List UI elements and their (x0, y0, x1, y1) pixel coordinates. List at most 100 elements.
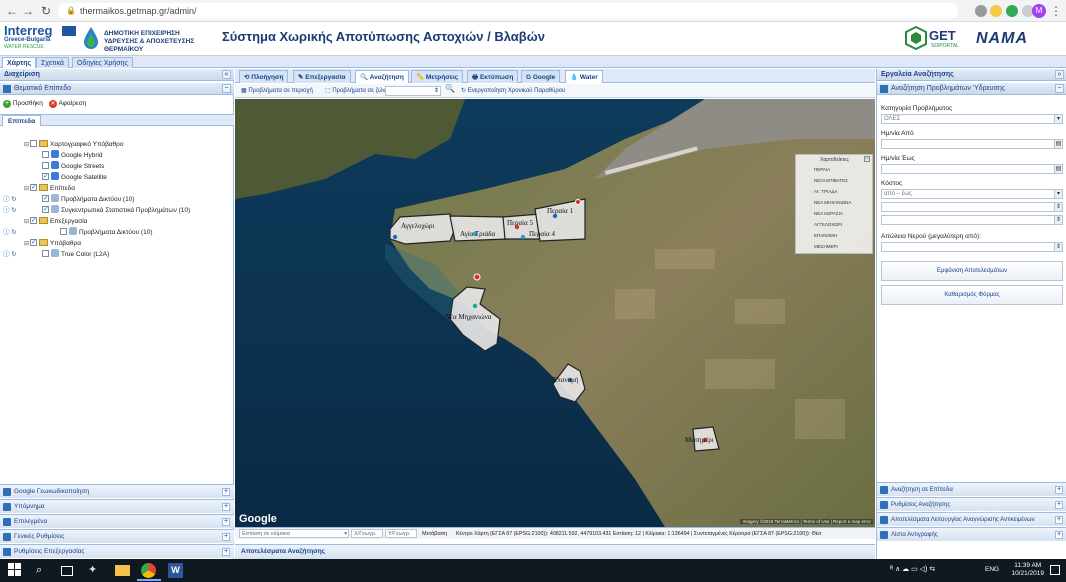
layer-tree-item[interactable]: Google Satellite (42, 171, 107, 183)
expand-plus-icon[interactable]: + (1055, 501, 1063, 509)
layer-checkbox[interactable] (42, 150, 49, 158)
expand-plus-icon[interactable]: + (222, 548, 230, 556)
forward-icon[interactable]: → (20, 3, 36, 19)
right-accordion-item[interactable]: Λίστα Αντιγραφής + (877, 527, 1066, 541)
layer-info-icon[interactable]: ⓘ ↻ (3, 194, 17, 205)
section-minus-button[interactable]: − (1055, 84, 1064, 93)
notifications-icon[interactable] (1050, 565, 1060, 575)
map-canvas[interactable]: Αγγελοχώρι Αγία Τριάδα Περαία 5 Περαία 1 Περ… (235, 99, 875, 527)
menu-icon[interactable]: ⋮ (1048, 3, 1064, 19)
time-window-button[interactable]: ↻ Ενεργοποίηση Χρονικού Παραθύρου (461, 86, 565, 96)
layer-checkbox[interactable] (30, 215, 37, 226)
cost-select[interactable]: από – έως ▾ (881, 189, 1063, 199)
layer-checkbox[interactable] (30, 237, 37, 248)
expand-plus-icon[interactable]: + (1055, 531, 1063, 539)
star-icon[interactable] (990, 5, 1002, 17)
expand-plus-icon[interactable]: + (1055, 516, 1063, 524)
search-results-bar[interactable]: Αποτελέσματα Αναζήτησης (235, 544, 875, 559)
map-place-label[interactable]: Αγία Τριάδα (460, 230, 495, 238)
layer-tree-item[interactable]: ⊟Υπόβαθρα (24, 237, 81, 249)
problems-in-zone-button[interactable]: ⬚ Προβλήματα σε ζώνη (325, 86, 389, 96)
x-coordinate-input[interactable]: Χ/Γεωγρ. (351, 529, 383, 538)
expand-plus-icon[interactable]: + (222, 533, 230, 541)
chrome-icon[interactable] (141, 563, 156, 578)
zone-select[interactable]: ⇕ (385, 86, 441, 96)
date-from-input[interactable]: ▤ (881, 139, 1063, 149)
legend-collapse-icon[interactable]: − (864, 156, 870, 162)
tray-icons[interactable]: ᴿ ∧ ☁ ▭ ◁) ⇆ (890, 565, 935, 573)
map-place-label[interactable]: Επανομή (553, 376, 579, 384)
expand-plus-icon[interactable]: + (1055, 486, 1063, 494)
map-place-label[interactable]: Αγγελοχώρι (401, 222, 434, 230)
layer-tree-item[interactable]: Προβλήματα Δικτύου (10) (60, 227, 153, 238)
clock[interactable]: 11:39 AM 10/21/2019 (1011, 562, 1044, 578)
tab-print[interactable]: 🖶 Εκτύπωση (467, 70, 519, 83)
layer-checkbox[interactable] (42, 204, 49, 215)
layer-tree-item[interactable]: Συγκεντρωτικά Στατιστικά Προβλημάτων (10… (42, 204, 190, 216)
layer-tree-item[interactable]: ⊟ Χαρτογραφικό Υπόβαθρο (24, 139, 124, 150)
map-place-label[interactable]: Περαία 1 (547, 207, 573, 215)
calendar-icon-2[interactable]: ▤ (1054, 165, 1062, 173)
layer-tree-item[interactable]: Προβλήματα Δικτύου (10) (42, 193, 135, 205)
zoom-scale-select[interactable]: Εστίαση σε κλίμακα ▾ (239, 529, 349, 538)
cost-from-input[interactable]: ⇕ (881, 202, 1063, 212)
map-place-label[interactable]: Περαία 4 (529, 230, 555, 238)
task-view-icon[interactable] (61, 566, 73, 576)
key-icon[interactable] (975, 5, 987, 17)
layer-info-icon[interactable]: ⓘ ↻ (3, 205, 17, 216)
tab-google[interactable]: G Google (521, 70, 561, 83)
right-accordion-item[interactable]: Αναζήτηση σε Επίπεδα + (877, 482, 1066, 496)
tab-measurements[interactable]: 📏 Μετρήσεις (411, 70, 464, 83)
tab-instructions[interactable]: Οδηγίες Χρήσης (72, 57, 133, 68)
y-coordinate-input[interactable]: Υ/Γεωγρ. (385, 529, 417, 538)
thematic-minus-button[interactable]: − (222, 84, 231, 93)
file-explorer-icon[interactable] (115, 565, 130, 576)
expand-plus-icon[interactable]: + (222, 518, 230, 526)
tab-water[interactable]: 💧 Water (565, 70, 603, 83)
back-icon[interactable]: ← (4, 3, 20, 19)
left-accordion-item[interactable]: Γενικές Ρυθμίσεις + (0, 529, 234, 543)
tab-navigation[interactable]: ⟲ Πλοήγηση (239, 70, 289, 83)
remove-layer-button[interactable]: ✕ Αφαίρεση (49, 100, 86, 108)
windows-start-icon[interactable] (8, 563, 23, 578)
show-results-button[interactable]: Εμφάνιση Αποτελεσμάτων (881, 261, 1063, 281)
layer-tree-item[interactable]: True Color (L2A) (42, 249, 109, 260)
tab-about[interactable]: Σχετικά (36, 57, 69, 68)
language-indicator[interactable]: ENG (985, 566, 999, 573)
layer-checkbox[interactable] (60, 227, 67, 235)
add-layer-button[interactable]: + Προσθήκη (3, 100, 43, 108)
map-place-label[interactable]: Μεσημέρι (685, 436, 714, 444)
go-to-button[interactable]: Μετάβαση (422, 528, 447, 540)
cost-to-input[interactable]: ⇕ (881, 215, 1063, 225)
extension-icon[interactable] (1006, 5, 1018, 17)
left-accordion-item[interactable]: Ρυθμίσεις Επεξεργασίας + (0, 544, 234, 558)
map-place-label[interactable]: Νέα Μηχανιώνα (445, 313, 491, 321)
water-loss-input[interactable]: ⇕ (881, 242, 1063, 252)
app-icon[interactable]: ✦ (88, 563, 103, 578)
category-select[interactable]: ΟΛΕΣ ▾ (881, 114, 1063, 124)
date-to-input[interactable]: ▤ (881, 164, 1063, 174)
layer-tree-item[interactable]: ⊟Επεξεργασία (24, 215, 87, 227)
left-accordion-item[interactable]: Επιλεγμένα + (0, 514, 234, 528)
tab-edit[interactable]: ✎ Επεξεργασία (293, 70, 351, 83)
tab-layers[interactable]: Επίπεδα (2, 115, 42, 126)
collapse-left-button[interactable]: « (222, 70, 231, 79)
layer-checkbox[interactable] (30, 182, 37, 193)
layer-checkbox[interactable] (30, 139, 37, 147)
tab-search[interactable]: 🔍 Αναζήτηση (355, 70, 409, 83)
tab-map[interactable]: Χάρτης (2, 57, 37, 68)
layer-tree-item[interactable]: ⊟Επίπεδα (24, 182, 75, 194)
layer-checkbox[interactable] (42, 171, 49, 182)
profile-avatar[interactable]: M (1032, 4, 1046, 18)
layer-tree-item[interactable]: Google Hybrid (42, 150, 103, 161)
reload-icon[interactable]: ↻ (38, 3, 54, 19)
clear-form-button[interactable]: Καθαρισμός Φόρμας (881, 285, 1063, 305)
spinner-icon-2[interactable]: ⇕ (1054, 216, 1062, 224)
search-icon[interactable]: 🔍 (445, 84, 455, 94)
spinner-icon-3[interactable]: ⇕ (1054, 243, 1062, 251)
left-accordion-item[interactable]: Google Γεωκωδικοποίηση + (0, 484, 234, 498)
thematic-header[interactable]: Θεματικό Επίπεδο − (0, 83, 234, 95)
map-place-label[interactable]: Περαία 5 (507, 219, 533, 227)
layer-checkbox[interactable] (42, 193, 49, 204)
expand-plus-icon[interactable]: + (222, 488, 230, 496)
